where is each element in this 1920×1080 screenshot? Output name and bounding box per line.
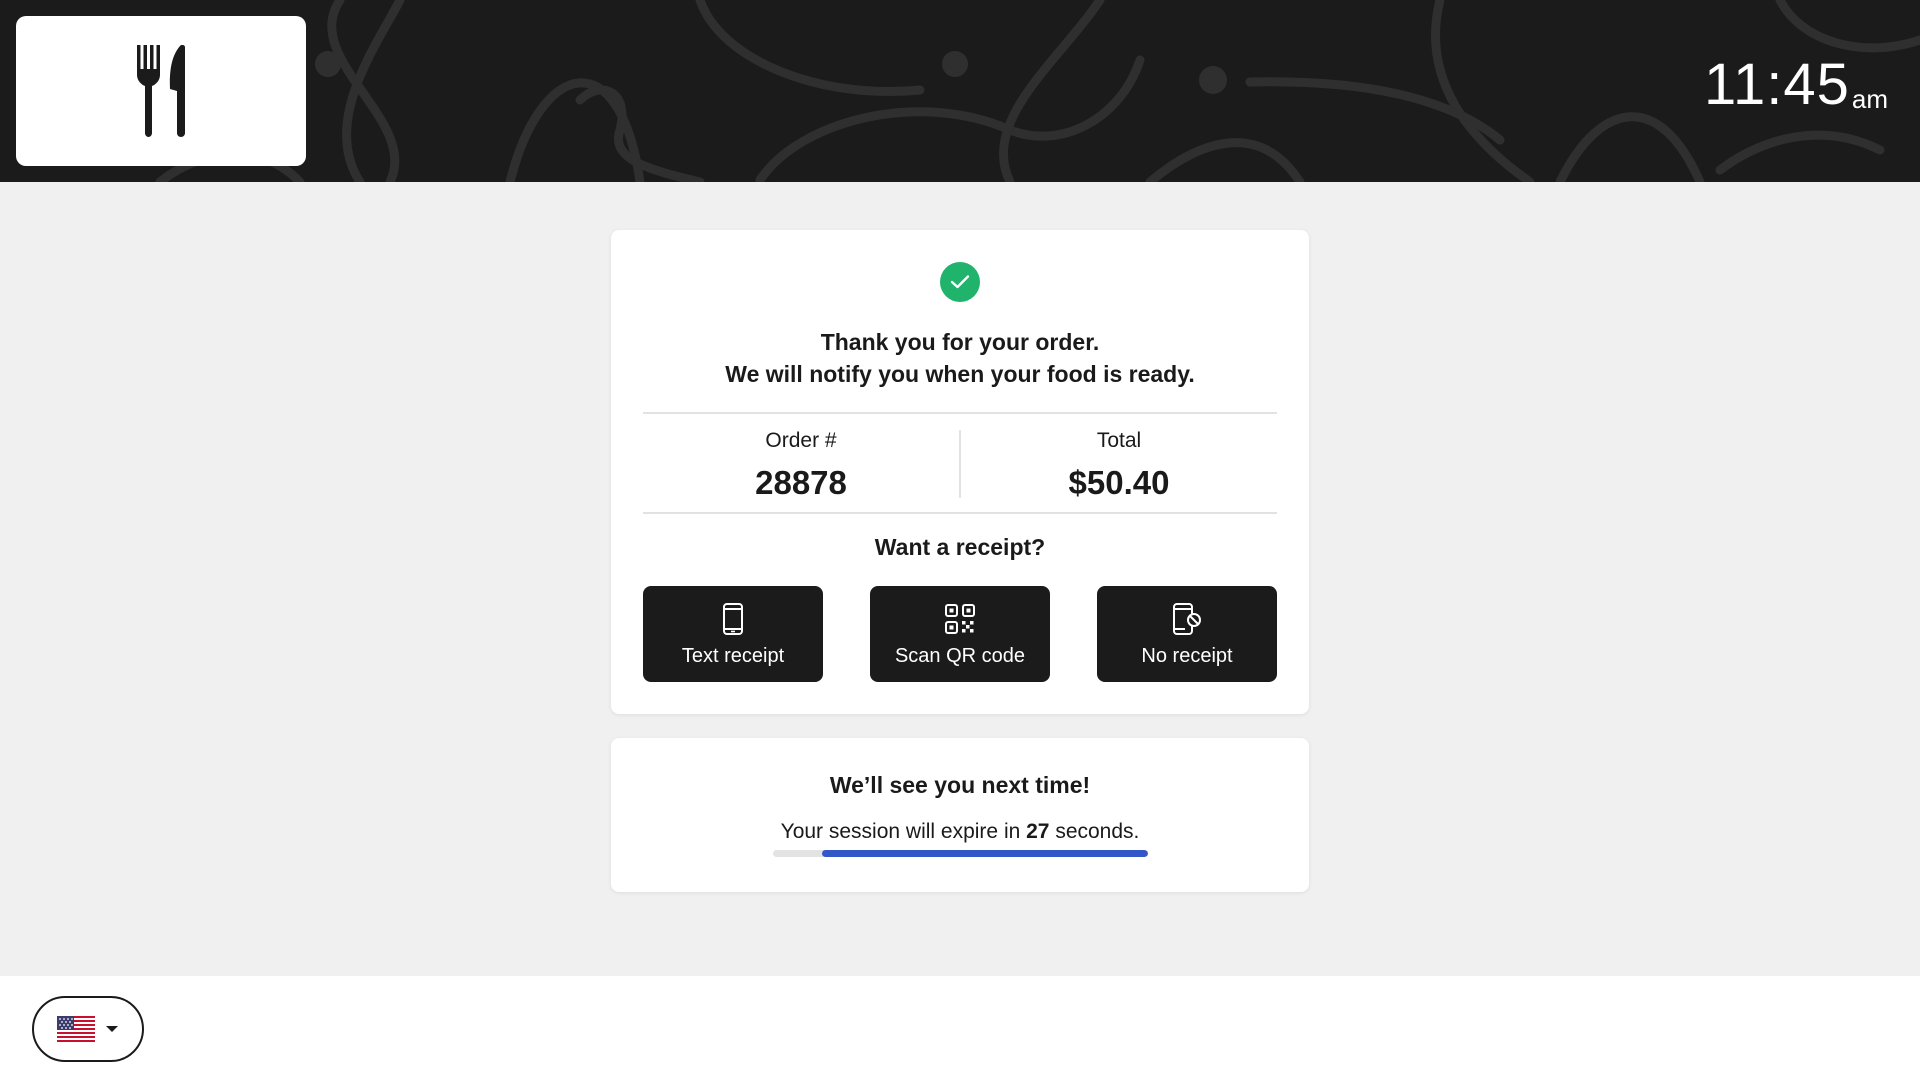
check-circle-icon [940, 262, 980, 302]
session-text-before: Your session will expire in [780, 820, 1027, 843]
fork-knife-icon [137, 45, 185, 137]
confirmation-line-1: Thank you for your order. [820, 329, 1100, 355]
checkmark-icon [950, 275, 970, 289]
footer-bar [0, 976, 1920, 1080]
confirmation-message: Thank you for your order. We will notify… [611, 326, 1309, 390]
qr-code-icon [944, 601, 976, 637]
clock: 11:45 am [1704, 56, 1888, 114]
phone-off-icon [1172, 601, 1202, 637]
order-confirmation-card: Thank you for your order. We will notify… [611, 230, 1309, 714]
main-content: Thank you for your order. We will notify… [0, 182, 1920, 976]
us-flag-icon [57, 1016, 95, 1042]
text-receipt-label: Text receipt [681, 644, 785, 667]
session-card: We’ll see you next time! Your session wi… [611, 738, 1309, 892]
restaurant-logo [16, 16, 306, 166]
session-progress-fill [821, 850, 1148, 857]
receipt-question: Want a receipt? [874, 534, 1046, 560]
order-number-label: Order # [765, 429, 837, 452]
text-receipt-button[interactable]: Text receipt [643, 586, 823, 682]
order-number-value: 28878 [755, 464, 847, 501]
session-seconds: 27 [1026, 820, 1050, 843]
caret-down-icon [106, 1026, 118, 1032]
confirmation-line-2: We will notify you when your food is rea… [725, 361, 1195, 387]
receipt-options: Text receipt Scan QR code No receipt [643, 586, 1277, 682]
no-receipt-label: No receipt [1141, 644, 1233, 667]
session-title: We’ll see you next time! [829, 772, 1091, 798]
phone-icon [722, 601, 744, 637]
scan-qr-code-label: Scan QR code [894, 644, 1026, 667]
order-total-block: Total $50.40 [961, 414, 1277, 512]
no-receipt-button[interactable]: No receipt [1097, 586, 1277, 682]
scan-qr-code-button[interactable]: Scan QR code [870, 586, 1050, 682]
language-selector-button[interactable] [32, 996, 144, 1062]
session-expiry-text: Your session will expire in 27 seconds. [611, 820, 1309, 844]
success-icon-wrap [611, 262, 1309, 302]
total-label: Total [1096, 429, 1142, 452]
clock-period: am [1851, 84, 1888, 114]
session-progress-bar [773, 850, 1148, 857]
header-bar: 11:45 am [0, 0, 1920, 182]
total-value: $50.40 [1068, 464, 1170, 501]
order-summary: Order # 28878 Total $50.40 [643, 412, 1277, 514]
clock-time: 11:45 [1704, 52, 1850, 117]
order-number-block: Order # 28878 [643, 414, 959, 512]
session-text-after: seconds. [1049, 820, 1140, 843]
